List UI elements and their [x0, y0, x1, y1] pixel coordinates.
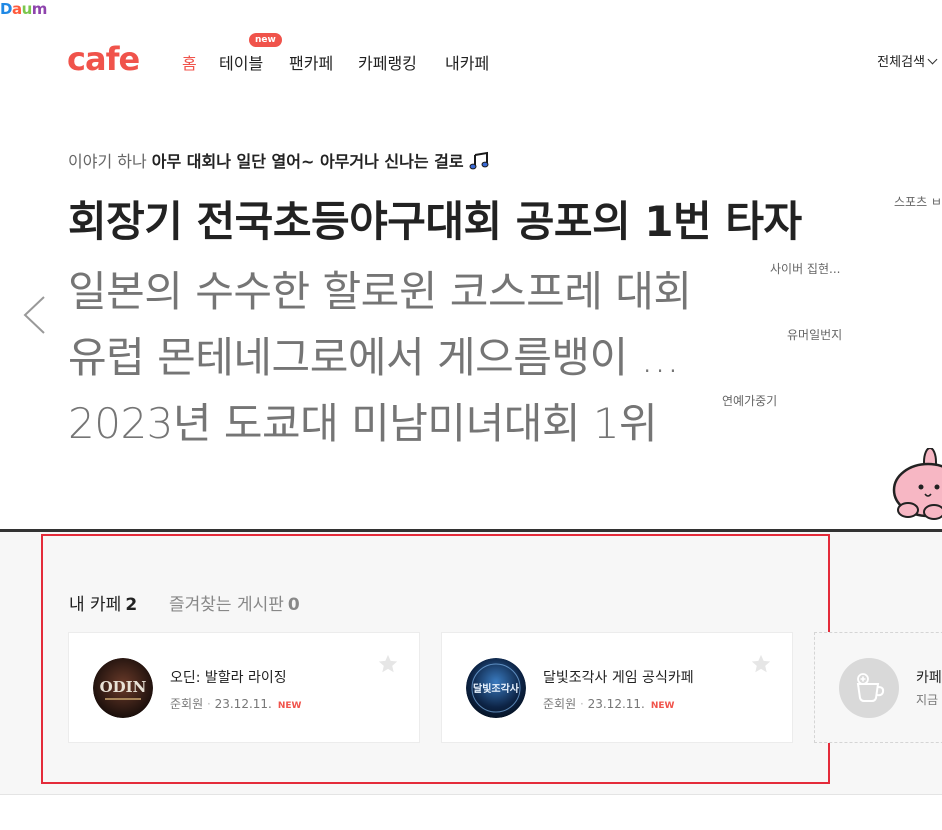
member-role: 준회원 [543, 697, 577, 711]
section-bottom-line [0, 794, 942, 795]
visit-date: 23.12.11. [587, 697, 645, 711]
tab-count: 2 [125, 595, 138, 615]
cup-icon [839, 658, 899, 718]
tab-label: 내 카페 [69, 595, 122, 615]
visit-date: 23.12.11. [214, 697, 272, 711]
tab-label: 즐겨찾는 게시판 [169, 595, 284, 615]
cafe-meta: 준회원 · 23.12.11. NEW [543, 697, 675, 711]
cafe-name[interactable]: 오딘: 발할라 라이징 [170, 667, 287, 687]
headline-tag[interactable]: 스포츠 ㅂ [894, 193, 942, 210]
moonlight-logo-text: 달빛조각사 [473, 682, 520, 695]
cafe-card-add[interactable]: 카페 지금 [814, 632, 942, 743]
search-all-dropdown[interactable]: 전체검색 [877, 51, 938, 70]
prev-arrow-icon[interactable] [22, 296, 48, 334]
chevron-down-icon [927, 54, 938, 65]
new-badge: NEW [277, 701, 302, 711]
cafe-name[interactable]: 달빛조각사 게임 공식카페 [543, 667, 694, 687]
cafe-card[interactable]: ODIN 오딘: 발할라 라이징 준회원 · 23.12.11. NEW [68, 632, 420, 743]
daum-logo-letter: D [0, 0, 12, 18]
daum-logo-letter: m [31, 0, 48, 18]
cafe-logo[interactable]: cafe [67, 40, 140, 78]
headline-item[interactable]: 2023년 도쿄대 미남미녀대회 1위 [68, 390, 658, 451]
hero-subtitle: 이야기 하나 아무 대회나 일단 열어~ 아무거나 신나는 걸로 [68, 148, 491, 175]
nav-fancafe[interactable]: 팬카페 [289, 50, 333, 74]
headline-item[interactable]: 유럽 몬테네그로에서 게으름뱅이 ... [68, 324, 680, 385]
new-badge: new [249, 33, 282, 47]
new-badge: NEW [650, 701, 675, 711]
cafe-card[interactable]: 달빛조각사 달빛조각사 게임 공식카페 준회원 · 23.12.11. NEW [441, 632, 793, 743]
star-icon[interactable] [377, 653, 399, 675]
search-all-label: 전체검색 [877, 55, 925, 70]
headline-tag[interactable]: 유머일번지 [787, 326, 842, 343]
cafe-thumbnail: 달빛조각사 [466, 658, 526, 718]
nav-mycafe[interactable]: 내카페 [445, 50, 489, 74]
nav-table[interactable]: 테이블 [219, 50, 263, 74]
headline-item[interactable]: 회장기 전국초등야구대회 공포의 1번 타자 [68, 188, 802, 249]
character-illustration [892, 447, 942, 528]
cafe-meta: 준회원 · 23.12.11. NEW [170, 697, 302, 711]
daum-logo-letter: u [21, 0, 33, 18]
subtitle-prefix: 이야기 하나 [68, 152, 147, 171]
daum-logo[interactable]: Daum [0, 0, 47, 18]
cafe-thumbnail: ODIN [93, 658, 153, 718]
member-role: 준회원 [170, 697, 204, 711]
headline-item[interactable]: 일본의 수수한 할로윈 코스프레 대회 [68, 258, 692, 319]
headline-tag[interactable]: 사이버 집현... [770, 260, 840, 277]
tab-my-cafe[interactable]: 내 카페 2 [69, 590, 137, 615]
odin-logo-text: ODIN [100, 678, 147, 696]
daum-logo-letter: a [11, 0, 22, 18]
nav-ranking[interactable]: 카페랭킹 [358, 50, 417, 74]
tab-count: 0 [287, 595, 300, 615]
cafe-meta: 지금 [916, 693, 939, 707]
tab-favorite-boards[interactable]: 즐겨찾는 게시판 0 [169, 590, 300, 615]
music-note-icon [469, 151, 491, 175]
cafe-name[interactable]: 카페 [916, 667, 942, 687]
nav-home[interactable]: 홈 [182, 50, 197, 74]
headline-tag[interactable]: 연예가중기 [722, 392, 777, 409]
star-icon[interactable] [750, 653, 772, 675]
subtitle-bold: 아무 대회나 일단 열어~ 아무거나 신나는 걸로 [151, 152, 464, 171]
